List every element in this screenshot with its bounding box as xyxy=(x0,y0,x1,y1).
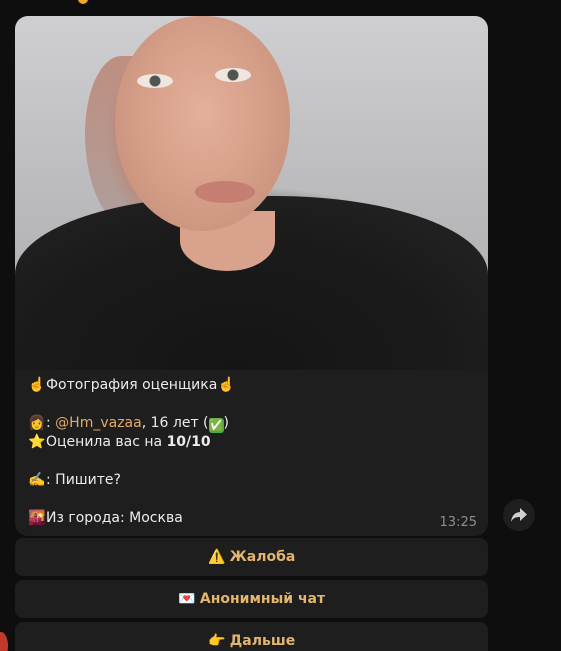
city-sunset-icon: 🌇 xyxy=(28,510,46,526)
caption-write-line: ✍️: Пишите? xyxy=(28,471,478,490)
message-caption: ☝️Фотография оценщика☝️ 👩: @Hm_vazaa, 16… xyxy=(28,376,478,528)
caption-age-close: ) xyxy=(223,415,229,431)
avatar[interactable] xyxy=(0,632,8,651)
pointing-up-icon: ☝️ xyxy=(28,377,46,393)
caption-rating-line: ⭐Оценила вас на 10/10 xyxy=(28,433,478,452)
pointing-up-icon: ☝️ xyxy=(217,377,235,393)
complaint-button-label: Жалоба xyxy=(229,549,296,565)
caption-user-line: 👩: @Hm_vazaa, 16 лет (✅) xyxy=(28,414,478,433)
woman-icon: 👩 xyxy=(28,415,46,431)
photo-eye-right xyxy=(215,68,251,82)
caption-city: Из города: Москва xyxy=(46,510,183,526)
username-link[interactable]: @Hm_vazaa xyxy=(55,415,142,431)
star-icon: ⭐ xyxy=(28,434,46,450)
caption-colon: : xyxy=(46,415,56,431)
share-arrow-glyph xyxy=(511,508,527,522)
photo-eye-left xyxy=(137,74,173,88)
writing-hand-icon: ✍️ xyxy=(28,472,46,488)
photo-lips xyxy=(195,181,255,203)
caption-title-line: ☝️Фотография оценщика☝️ xyxy=(28,376,478,395)
message-bubble[interactable]: ☝️Фотография оценщика☝️ 👩: @Hm_vazaa, 16… xyxy=(15,16,488,536)
next-button[interactable]: 👉 Дальше xyxy=(15,622,488,651)
chat-view: ☝️Фотография оценщика☝️ 👩: @Hm_vazaa, 16… xyxy=(0,0,561,651)
caption-city-line: 🌇Из города: Москва xyxy=(28,509,478,528)
caption-rated: Оценила вас на xyxy=(46,434,167,450)
caption-age: , 16 лет ( xyxy=(141,415,209,431)
caption-title: Фотография оценщика xyxy=(46,377,218,393)
pointing-right-icon: 👉 xyxy=(208,633,226,649)
caption-rating: 10/10 xyxy=(166,434,211,450)
message-time: 13:25 xyxy=(439,515,477,530)
check-mark-icon: ✅ xyxy=(208,418,224,433)
message-photo[interactable] xyxy=(15,16,488,370)
complaint-button[interactable]: ⚠️ Жалоба xyxy=(15,538,488,576)
love-letter-icon: 💌 xyxy=(178,591,196,607)
anonymous-chat-button[interactable]: 💌 Анонимный чат xyxy=(15,580,488,618)
share-arrow-icon[interactable] xyxy=(503,499,535,531)
emoji-fragment xyxy=(78,0,88,4)
anonymous-chat-button-label: Анонимный чат xyxy=(199,591,326,607)
warning-icon: ⚠️ xyxy=(207,549,226,565)
next-button-label: Дальше xyxy=(229,633,296,649)
caption-write: : Пишите? xyxy=(46,472,121,488)
